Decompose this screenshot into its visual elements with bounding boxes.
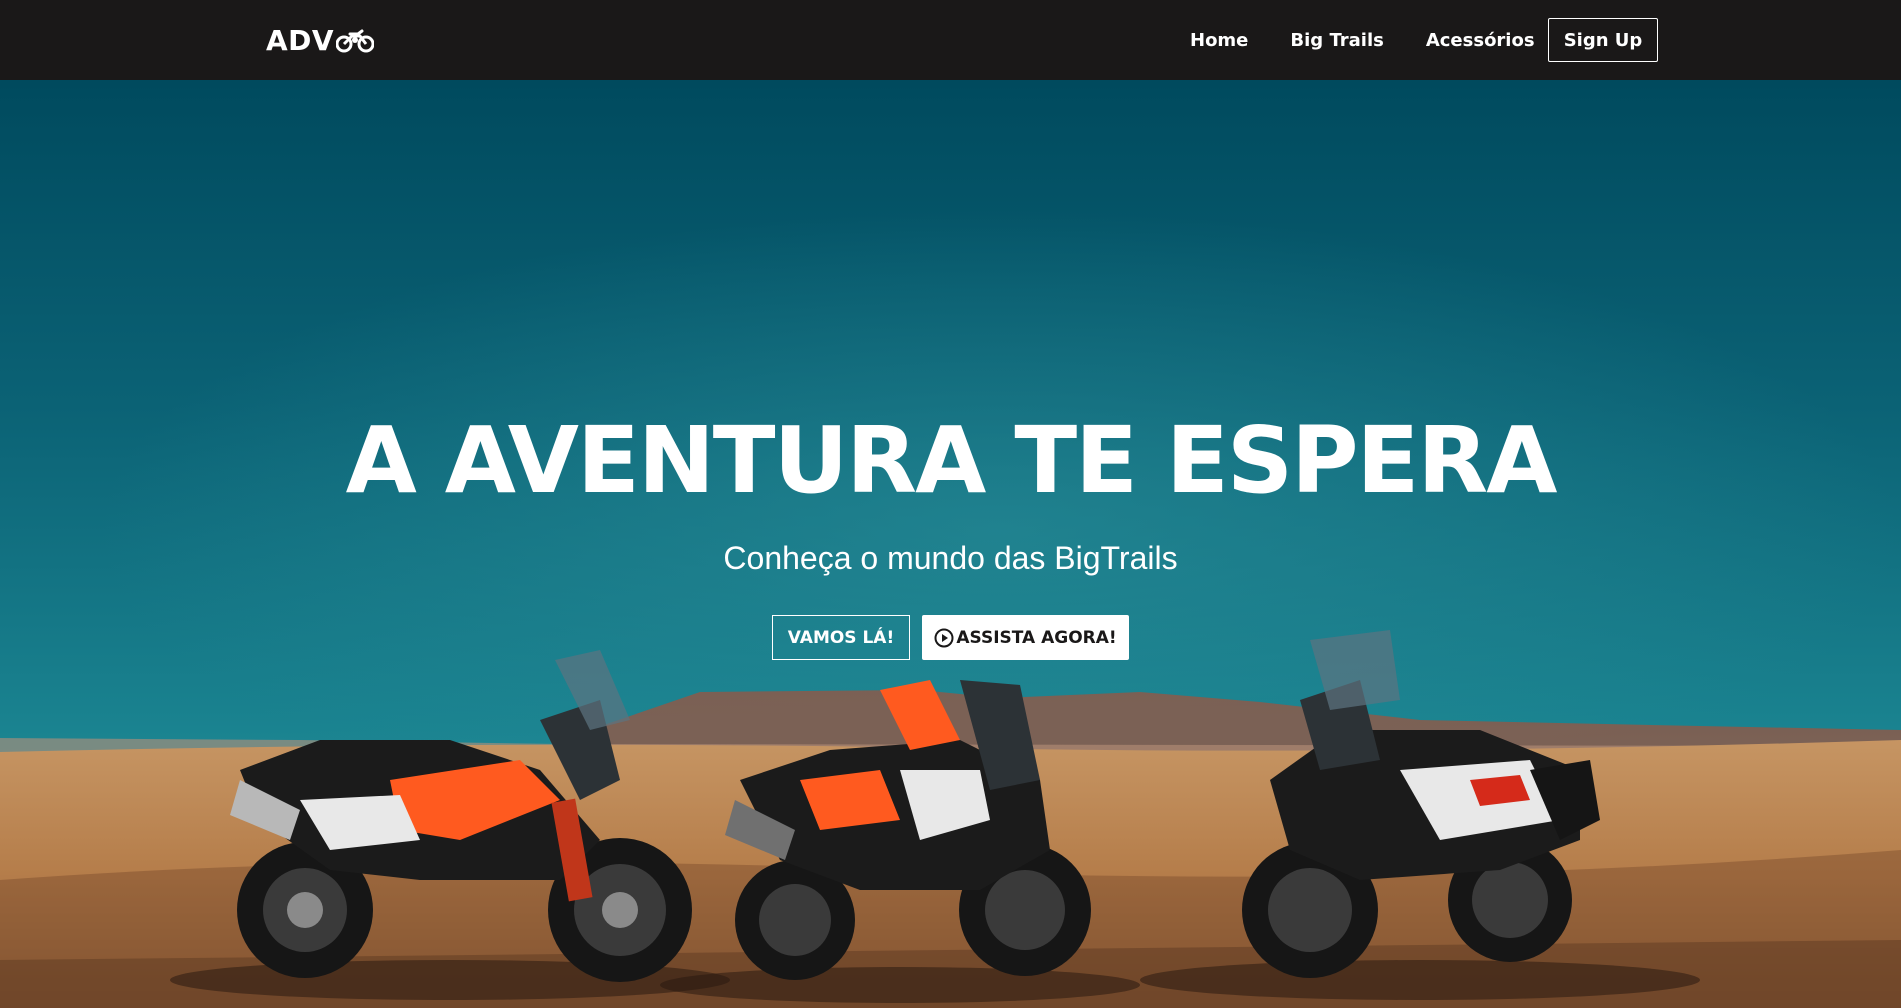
nav-link-big-trails[interactable]: Big Trails — [1290, 30, 1383, 51]
hero-subtitle: Conheça o mundo das BigTrails — [723, 540, 1178, 576]
nav-link-acessorios[interactable]: Acessórios — [1426, 30, 1535, 51]
hero-section: A AVENTURA TE ESPERA Conheça o mundo das… — [0, 80, 1901, 1008]
main-nav: Home Big Trails Acessórios — [1190, 0, 1577, 80]
hero-title: A AVENTURA TE ESPERA — [345, 407, 1558, 514]
hero-cta-row: VAMOS LÁ! ASSISTA AGORA! — [0, 615, 1901, 660]
brand-logo[interactable]: ADV — [266, 20, 375, 60]
motorcycle-icon — [336, 29, 375, 53]
assista-agora-label: ASSISTA AGORA! — [956, 627, 1117, 648]
signup-button[interactable]: Sign Up — [1548, 18, 1658, 62]
brand-name: ADV — [266, 23, 335, 57]
assista-agora-button[interactable]: ASSISTA AGORA! — [922, 615, 1129, 660]
play-circle-icon — [934, 628, 954, 647]
navbar: ADV Home Big Trails Acessórios Sign Up — [0, 0, 1901, 80]
vamos-la-button[interactable]: VAMOS LÁ! — [772, 615, 910, 660]
nav-link-home[interactable]: Home — [1190, 30, 1248, 51]
